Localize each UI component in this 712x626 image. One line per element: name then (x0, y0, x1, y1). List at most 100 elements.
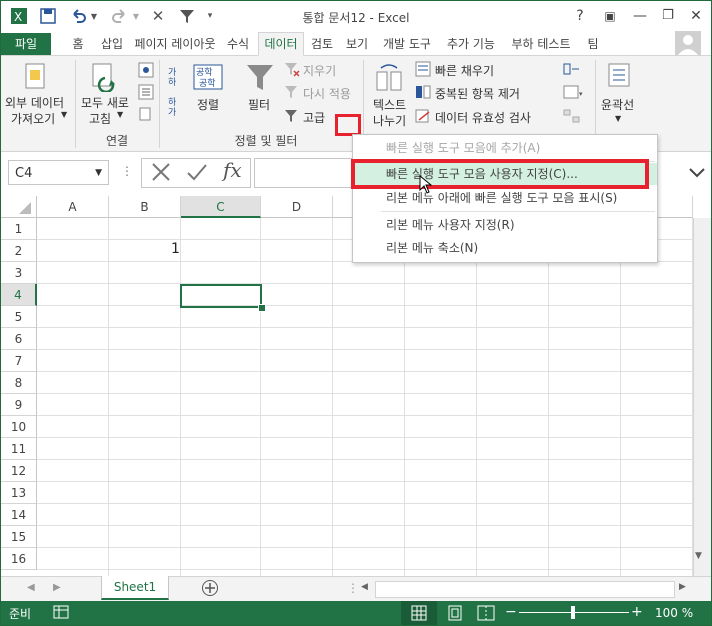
refresh-all-label-1[interactable]: 모두 새로 (81, 94, 129, 111)
row-header-1[interactable]: 1 (1, 218, 37, 240)
data-validation-label[interactable]: 데이터 유효성 검사 (435, 109, 531, 126)
tab-review[interactable]: 검토 (308, 33, 336, 55)
formula-input[interactable] (254, 158, 354, 188)
page-break-view-icon[interactable] (477, 605, 495, 624)
what-if-analysis-icon[interactable]: ▾ (563, 84, 585, 103)
row-header-8[interactable]: 8 (1, 372, 37, 394)
tab-add-ins[interactable]: 추가 기능 (442, 33, 500, 55)
ribbon-display-options-icon[interactable]: ▣ (597, 5, 623, 27)
close-window-icon[interactable]: ✕ (683, 5, 709, 27)
menu-collapse-ribbon[interactable]: 리본 메뉴 축소(N) (353, 237, 657, 259)
column-header-d[interactable]: D (261, 196, 333, 218)
connections-icon[interactable] (138, 62, 154, 81)
row-header-2[interactable]: 2 (1, 240, 37, 262)
data-validation-icon (415, 108, 431, 127)
column-header-b[interactable]: B (109, 196, 181, 218)
properties-icon[interactable] (138, 84, 154, 103)
refresh-dropdown-icon[interactable]: ▼ (117, 110, 123, 119)
next-sheet-icon[interactable]: ▶ (53, 582, 61, 593)
zoom-slider-thumb[interactable] (571, 606, 575, 619)
outline-label[interactable]: 윤곽선 (601, 96, 634, 113)
macro-recording-icon[interactable] (53, 605, 69, 622)
insert-function-icon[interactable]: fx (223, 158, 242, 182)
tab-data[interactable]: 데이터 (258, 32, 304, 56)
zoom-level[interactable]: 100 % (655, 606, 693, 620)
name-box[interactable]: C4 ▼ (8, 160, 109, 185)
vertical-scrollbar[interactable] (693, 218, 711, 576)
active-cell-c4[interactable] (180, 284, 262, 308)
sort-label[interactable]: 정렬 (197, 96, 219, 113)
row-header-3[interactable]: 3 (1, 262, 37, 284)
fill-handle[interactable] (258, 304, 266, 312)
external-data-label-2[interactable]: 가져오기 (11, 110, 55, 127)
row-header-15[interactable]: 15 (1, 526, 37, 548)
tab-split-grip-icon[interactable]: ⋮ (347, 581, 359, 595)
tab-view[interactable]: 보기 (343, 33, 371, 55)
menu-show-qat-below[interactable]: 리본 메뉴 아래에 빠른 실행 도구 모음 표시(S) (353, 187, 657, 209)
prev-sheet-icon[interactable]: ◀ (27, 582, 35, 593)
row-header-10[interactable]: 10 (1, 416, 37, 438)
tab-team[interactable]: 팀 (583, 33, 603, 55)
restore-icon[interactable]: ❐ (655, 5, 681, 27)
row-header-5[interactable]: 5 (1, 306, 37, 328)
row-header-6[interactable]: 6 (1, 328, 37, 350)
row-header-9[interactable]: 9 (1, 394, 37, 416)
grid-column-line (548, 218, 549, 576)
advanced-filter-icon (284, 108, 300, 127)
tab-page-layout[interactable]: 페이지 레이아웃 (133, 33, 217, 55)
remove-duplicates-label[interactable]: 중복된 항목 제거 (435, 85, 520, 102)
scroll-left-icon[interactable]: ◀ (361, 582, 368, 592)
row-header-16[interactable]: 16 (1, 548, 37, 570)
ribbon-separator (75, 60, 76, 148)
menu-customize-ribbon[interactable]: 리본 메뉴 사용자 지정(R) (353, 214, 657, 236)
help-icon[interactable]: ? (567, 5, 593, 27)
tab-developer[interactable]: 개발 도구 (378, 33, 436, 55)
sheet-tab-bar: ◀ ▶ Sheet1 ⋮ ◀ ▶ (1, 576, 711, 602)
page-layout-view-icon[interactable] (447, 605, 463, 624)
filter-label[interactable]: 필터 (248, 96, 270, 113)
normal-view-icon[interactable] (401, 601, 437, 625)
name-box-dropdown-icon[interactable]: ▼ (95, 161, 102, 186)
sort-az-icon[interactable]: 가하 (167, 66, 185, 89)
outline-dropdown-icon[interactable]: ▼ (615, 114, 621, 123)
external-data-dropdown-icon[interactable]: ▼ (61, 110, 67, 119)
grid-row-line (37, 283, 693, 284)
zoom-in-icon[interactable]: + (631, 604, 643, 620)
tab-insert[interactable]: 삽입 (97, 33, 127, 55)
cell-b2[interactable]: 1 (171, 241, 180, 257)
column-header-c[interactable]: C (181, 196, 261, 218)
row-header-13[interactable]: 13 (1, 482, 37, 504)
horizontal-scrollbar[interactable] (375, 581, 675, 598)
text-to-columns-label-2[interactable]: 나누기 (373, 112, 406, 129)
menu-add-to-qat: 빠른 실행 도구 모음에 추가(A) (386, 141, 541, 155)
new-sheet-icon[interactable] (201, 579, 219, 600)
column-header-a[interactable]: A (37, 196, 109, 218)
minimize-icon[interactable]: — (627, 5, 653, 27)
sheet-tab-sheet1[interactable]: Sheet1 (101, 576, 169, 600)
zoom-out-icon[interactable]: − (505, 604, 517, 620)
tab-home[interactable]: 홈 (67, 33, 89, 55)
row-header-7[interactable]: 7 (1, 350, 37, 372)
row-header-12[interactable]: 12 (1, 460, 37, 482)
scroll-down-icon[interactable]: ▼ (695, 551, 702, 561)
expand-formula-bar-icon[interactable] (687, 162, 707, 185)
consolidate-icon[interactable] (563, 61, 581, 80)
tab-file[interactable]: 파일 (1, 33, 51, 55)
sort-za-icon[interactable]: 하가 (167, 96, 185, 119)
enter-check-icon[interactable] (185, 160, 209, 187)
tab-formulas[interactable]: 수식 (223, 33, 253, 55)
account-avatar-icon[interactable] (675, 31, 701, 55)
external-data-label-1[interactable]: 외부 데이터 (5, 94, 64, 111)
text-to-columns-label-1[interactable]: 텍스트 (373, 96, 406, 113)
refresh-all-label-2[interactable]: 고침 (89, 110, 111, 127)
scroll-right-icon[interactable]: ▶ (679, 582, 686, 592)
row-header-11[interactable]: 11 (1, 438, 37, 460)
advanced-label[interactable]: 고급 (303, 109, 325, 126)
row-header-4[interactable]: 4 (1, 284, 37, 306)
select-all-corner[interactable] (1, 196, 37, 218)
row-header-14[interactable]: 14 (1, 504, 37, 526)
tab-load-test[interactable]: 부하 테스트 (506, 33, 576, 55)
edit-links-icon[interactable] (138, 106, 154, 125)
flash-fill-label[interactable]: 빠른 채우기 (435, 62, 494, 79)
cancel-entry-icon[interactable] (149, 160, 173, 187)
